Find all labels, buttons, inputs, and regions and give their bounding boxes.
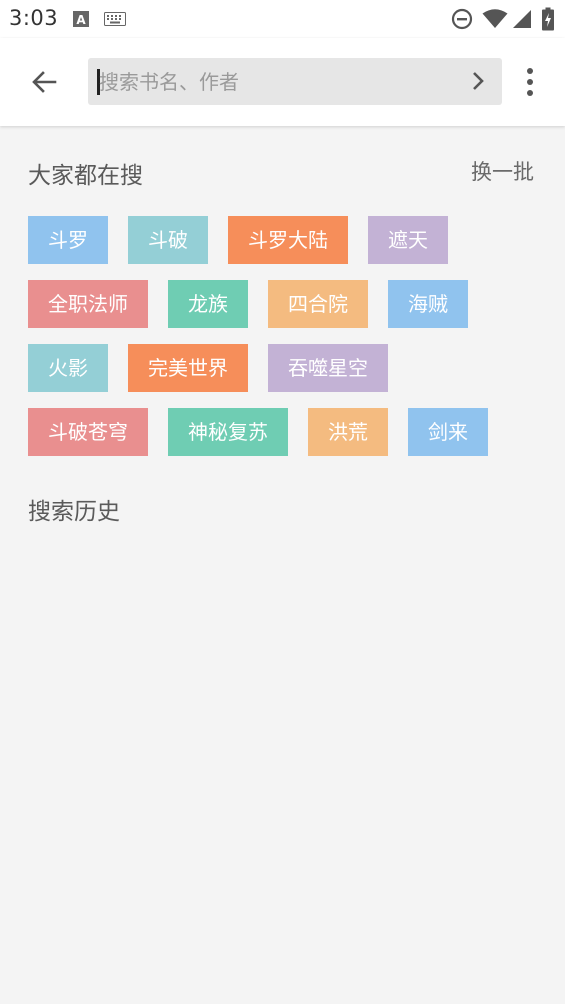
- hot-tag[interactable]: 剑来: [408, 408, 488, 456]
- text-a-notification-icon: A: [73, 11, 89, 27]
- hot-tag[interactable]: 神秘复苏: [168, 408, 288, 456]
- search-input[interactable]: [99, 58, 449, 105]
- hot-tag[interactable]: 洪荒: [308, 408, 388, 456]
- do-not-disturb-icon: [451, 8, 473, 30]
- search-history-title: 搜索历史: [28, 499, 120, 525]
- tag-row: 斗破苍穹 神秘复苏 洪荒 剑来: [28, 408, 548, 456]
- tag-row: 斗罗 斗破 斗罗大陆 遮天: [28, 216, 548, 264]
- status-bar: 3:03 A: [0, 0, 565, 38]
- search-toolbar: [0, 38, 565, 126]
- more-vert-icon: [527, 68, 533, 96]
- hot-tag[interactable]: 斗罗大陆: [228, 216, 348, 264]
- arrow-left-icon: [32, 71, 57, 93]
- search-box[interactable]: [88, 58, 502, 105]
- more-options-button[interactable]: [518, 62, 542, 102]
- hot-tag[interactable]: 斗罗: [28, 216, 108, 264]
- refresh-button[interactable]: 换一批: [471, 156, 534, 186]
- hot-tag[interactable]: 完美世界: [128, 344, 248, 392]
- hot-tag[interactable]: 吞噬星空: [268, 344, 388, 392]
- hot-tag[interactable]: 遮天: [368, 216, 448, 264]
- hot-tag[interactable]: 斗破苍穹: [28, 408, 148, 456]
- tag-row: 火影 完美世界 吞噬星空: [28, 344, 548, 392]
- svg-text:A: A: [76, 13, 86, 27]
- hot-tag[interactable]: 龙族: [168, 280, 248, 328]
- hot-tag[interactable]: 全职法师: [28, 280, 148, 328]
- cell-signal-icon: [513, 10, 531, 28]
- status-time: 3:03: [9, 6, 59, 30]
- battery-charging-icon: [542, 7, 554, 31]
- hot-tag[interactable]: 斗破: [128, 216, 208, 264]
- hot-tag[interactable]: 火影: [28, 344, 108, 392]
- hot-tag[interactable]: 海贼: [388, 280, 468, 328]
- keyboard-icon: [104, 12, 126, 26]
- chevron-right-icon[interactable]: [466, 69, 490, 93]
- tag-row: 全职法师 龙族 四合院 海贼: [28, 280, 548, 328]
- hot-tags: 斗罗 斗破 斗罗大陆 遮天 全职法师 龙族 四合院 海贼 火影 完美世界 吞噬星…: [28, 216, 548, 472]
- back-button[interactable]: [22, 60, 66, 104]
- hot-tag[interactable]: 四合院: [268, 280, 368, 328]
- wifi-icon: [482, 9, 508, 28]
- hot-search-title: 大家都在搜: [28, 163, 143, 189]
